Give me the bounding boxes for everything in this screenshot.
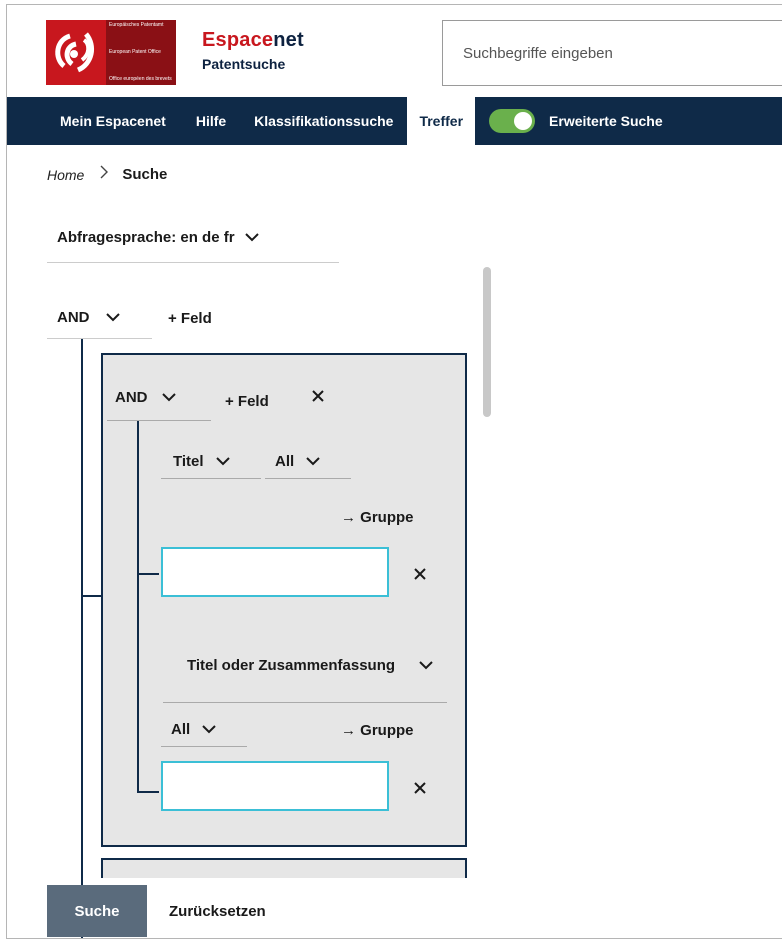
- close-icon[interactable]: [311, 389, 325, 403]
- chevron-down-icon: [215, 457, 230, 466]
- field2-remove-icon[interactable]: [413, 781, 427, 795]
- chevron-down-icon: [105, 313, 120, 322]
- field2-qualifier-value: All: [171, 721, 191, 738]
- brand[interactable]: Espacenet Patentsuche: [202, 29, 304, 72]
- brand-name-part2: net: [273, 29, 304, 51]
- header: Europäisches Patentamt European Patent O…: [7, 5, 782, 97]
- field1-remove-icon[interactable]: [413, 567, 427, 581]
- chevron-right-icon: [99, 165, 109, 184]
- breadcrumb: Home Suche: [47, 165, 167, 184]
- logo-line: Office européen des brevets: [109, 75, 172, 82]
- epo-logo[interactable]: Europäisches Patentamt European Patent O…: [46, 20, 176, 85]
- tree-line: [137, 573, 159, 575]
- field1-qualifier-value: All: [275, 453, 295, 470]
- group-operator-select[interactable]: AND: [107, 375, 211, 421]
- field1-value-input[interactable]: [161, 547, 389, 597]
- tree-line: [81, 595, 103, 597]
- epo-logo-text: Europäisches Patentamt European Patent O…: [106, 20, 176, 85]
- chevron-down-icon: [306, 457, 320, 466]
- query-language-select[interactable]: Abfragesprache: en de fr: [47, 213, 339, 263]
- field1-qualifier-select[interactable]: All: [265, 445, 351, 479]
- query-group-2: [101, 858, 467, 878]
- advanced-search-toggle[interactable]: [489, 109, 536, 133]
- field2-to-group-button[interactable]: → Gruppe: [341, 722, 414, 739]
- chevron-down-icon: [161, 393, 176, 402]
- breadcrumb-current: Suche: [122, 166, 168, 183]
- search-input[interactable]: Suchbegriffe eingeben: [442, 20, 782, 86]
- scrollbar-thumb[interactable]: [483, 267, 491, 417]
- brand-name-part1: Espace: [202, 29, 274, 51]
- tree-line: [81, 339, 83, 938]
- root-operator-value: AND: [57, 309, 90, 326]
- field1-to-group-button[interactable]: → Gruppe: [341, 509, 414, 526]
- add-field-button[interactable]: + Feld: [168, 310, 212, 327]
- nav-item-erweiterte-suche[interactable]: Erweiterte Suche: [549, 97, 663, 145]
- epo-logo-icon: [46, 20, 106, 85]
- field2-value-input[interactable]: [161, 761, 389, 811]
- search-actions: Suche Zurücksetzen: [47, 885, 266, 937]
- nav-item-klassifikationssuche[interactable]: Klassifikationssuche: [254, 97, 393, 145]
- chevron-down-icon: [419, 661, 433, 670]
- nav-item-mein-espacenet[interactable]: Mein Espacenet: [60, 97, 166, 145]
- main-nav: Mein Espacenet Hilfe Klassifikationssuch…: [7, 97, 782, 145]
- search-button[interactable]: Suche: [47, 885, 147, 937]
- chevron-down-icon: [244, 233, 259, 242]
- field2-qualifier-select[interactable]: All: [161, 713, 247, 747]
- chevron-down-icon: [202, 725, 216, 734]
- brand-name: Espacenet: [202, 29, 304, 52]
- logo-line: European Patent Office: [109, 48, 161, 55]
- nav-item-treffer[interactable]: Treffer: [407, 97, 476, 145]
- group-add-field-button[interactable]: + Feld: [225, 393, 269, 410]
- logo-line: Europäisches Patentamt: [109, 22, 164, 28]
- field2-field-value: Titel oder Zusammenfassung: [186, 657, 396, 674]
- query-language-label: Abfragesprache: en de fr: [57, 229, 235, 246]
- root-operator-select[interactable]: AND: [47, 297, 152, 339]
- group-operator-value: AND: [115, 389, 148, 406]
- field2-field-select[interactable]: Titel oder Zusammenfassung: [163, 629, 447, 703]
- root-operator-row: AND + Feld: [47, 297, 212, 339]
- reset-button[interactable]: Zurücksetzen: [169, 903, 266, 920]
- tree-line: [137, 421, 139, 793]
- nav-item-hilfe[interactable]: Hilfe: [196, 97, 226, 145]
- tree-line: [137, 791, 159, 793]
- app-frame: Europäisches Patentamt European Patent O…: [6, 4, 782, 939]
- field1-field-value: Titel: [173, 453, 204, 470]
- breadcrumb-home[interactable]: Home: [47, 167, 84, 183]
- field1-field-select[interactable]: Titel: [161, 445, 261, 479]
- query-group: AND + Feld Titel All → Gruppe Titel oder…: [101, 353, 467, 847]
- brand-subtitle: Patentsuche: [202, 56, 286, 72]
